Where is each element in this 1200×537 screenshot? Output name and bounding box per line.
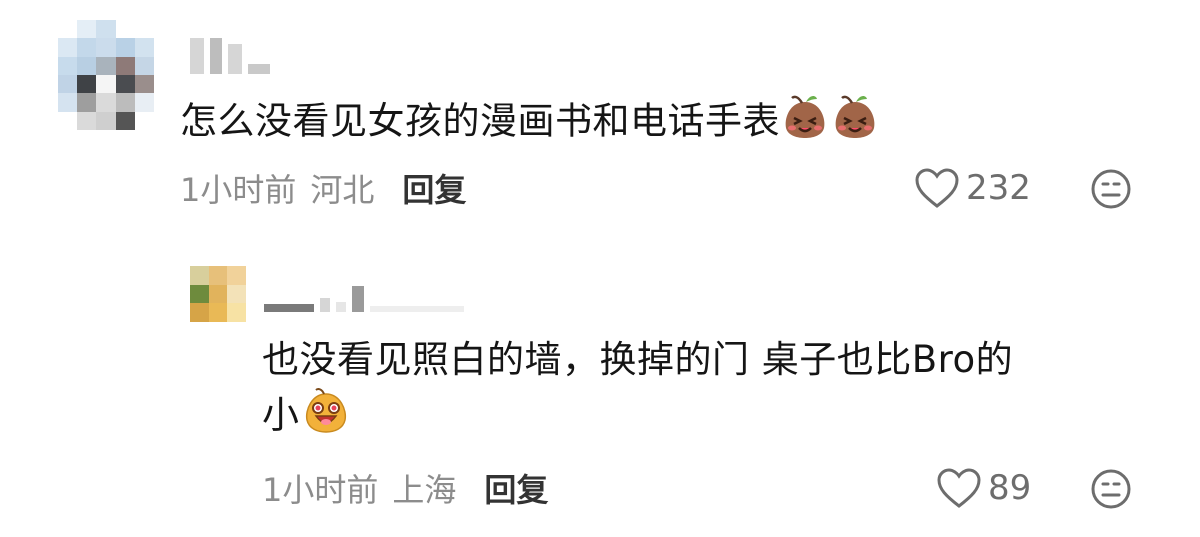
dislike-button[interactable] bbox=[1090, 168, 1132, 214]
like-count: 89 bbox=[988, 468, 1032, 508]
dislike-button[interactable] bbox=[1090, 468, 1132, 514]
like-button[interactable]: 89 bbox=[936, 466, 1031, 510]
location: 上海 bbox=[392, 471, 457, 509]
unhappy-face-icon bbox=[1091, 169, 1131, 209]
comment-text: 也没看见照白的墙，换掉的门 桌子也比Bro的 小 bbox=[262, 334, 1142, 448]
unhappy-face-icon bbox=[1091, 469, 1131, 509]
comment-1: 怎么没看见女孩的漫画书和电话手表 1小时前 河北 回复 232 bbox=[0, 0, 1200, 230]
avatar[interactable] bbox=[190, 266, 246, 322]
location: 河北 bbox=[310, 171, 375, 209]
comment-text: 怎么没看见女孩的漫画书和电话手表 bbox=[180, 92, 880, 154]
username-blurred[interactable] bbox=[190, 38, 270, 74]
avatar[interactable] bbox=[58, 20, 154, 130]
reply-button[interactable]: 回复 bbox=[402, 165, 466, 211]
timestamp: 1小时前 bbox=[262, 471, 379, 509]
comment-2: 也没看见照白的墙，换掉的门 桌子也比Bro的 小 1小时前 上海 回复 89 bbox=[0, 230, 1200, 537]
username-blurred[interactable] bbox=[264, 286, 464, 312]
heart-icon bbox=[915, 168, 959, 208]
happy-bean-icon bbox=[300, 386, 352, 448]
comment-text-line-1: 也没看见照白的墙，换掉的门 桌子也比Bro的 bbox=[262, 338, 1014, 381]
comment-text-content: 怎么没看见女孩的漫画书和电话手表 bbox=[180, 99, 780, 143]
like-count: 232 bbox=[966, 168, 1031, 208]
like-button[interactable]: 232 bbox=[914, 166, 1031, 210]
heart-icon bbox=[937, 468, 981, 508]
comment-text-line-2-content: 小 bbox=[262, 393, 300, 437]
comment-meta: 1小时前 河北 回复 bbox=[180, 166, 466, 210]
comment-text-line-2: 小 bbox=[262, 386, 1142, 448]
smirk-bean-icon bbox=[780, 92, 830, 154]
reply-button[interactable]: 回复 bbox=[484, 465, 548, 511]
comment-meta: 1小时前 上海 回复 bbox=[262, 466, 548, 510]
timestamp: 1小时前 bbox=[180, 171, 297, 209]
smirk-bean-icon bbox=[830, 92, 880, 154]
